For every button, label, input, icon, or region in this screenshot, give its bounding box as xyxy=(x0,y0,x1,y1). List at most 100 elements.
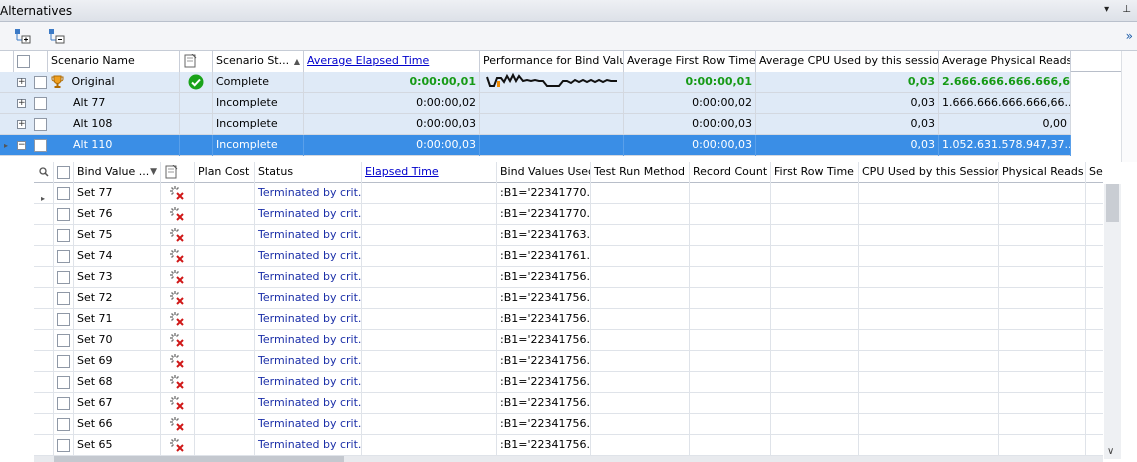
row-checkbox[interactable] xyxy=(33,117,47,131)
expand-row-icon[interactable]: + xyxy=(17,119,26,129)
bind-set-name: Set 67 xyxy=(74,393,161,414)
bind-set-row[interactable]: Set 71 Terminated by crit... :B1='223417… xyxy=(34,309,1103,330)
current-row-indicator-icon: ▸ xyxy=(4,141,9,150)
set-checkbox[interactable] xyxy=(57,291,70,305)
expand-row-icon[interactable]: + xyxy=(17,77,26,87)
average-physical-reads: 2.666.666.666.666,6... xyxy=(939,72,1071,93)
bind-set-name: Set 69 xyxy=(74,351,161,372)
select-all-sets-checkbox[interactable] xyxy=(57,165,70,179)
row-checkbox[interactable] xyxy=(33,75,47,89)
col-scenario-status[interactable]: Scenario St... ▲ xyxy=(213,51,304,72)
expand-row-icon[interactable]: + xyxy=(17,98,26,108)
set-checkbox[interactable] xyxy=(57,438,70,452)
average-first-row-time: 0:00:00,03 xyxy=(624,135,756,156)
set-checkbox[interactable] xyxy=(57,249,70,263)
col-notes[interactable] xyxy=(180,51,213,72)
bind-set-status: Terminated by crit... xyxy=(255,288,362,309)
set-checkbox[interactable] xyxy=(57,333,70,347)
col-test-run-method[interactable]: Test Run Method xyxy=(591,162,690,183)
col-plan-cost[interactable]: Plan Cost xyxy=(195,162,255,183)
set-checkbox[interactable] xyxy=(57,354,70,368)
set-checkbox[interactable] xyxy=(57,375,70,389)
toolbar-overflow-icon[interactable]: » xyxy=(1126,29,1133,43)
col-cpu-used[interactable]: CPU Used by this Session xyxy=(859,162,999,183)
bind-values-used: :B1='22341756... xyxy=(497,351,591,372)
scrollbar-thumb[interactable] xyxy=(54,456,344,462)
bind-grid-header: Bind Value ... ▼ Plan Cost Status Elapsed… xyxy=(34,162,1103,183)
bind-set-row[interactable]: Set 66 Terminated by crit... :B1='223417… xyxy=(34,414,1103,435)
bind-values-used: :B1='22341770... xyxy=(497,204,591,225)
col-average-elapsed-time[interactable]: Average Elapsed Time xyxy=(304,51,480,72)
dropdown-arrow-icon[interactable]: ▾ xyxy=(1104,4,1109,15)
terminated-icon xyxy=(170,438,184,452)
scenario-status: Complete xyxy=(213,72,304,93)
col-elapsed-time[interactable]: Elapsed Time xyxy=(362,162,497,183)
bind-set-row[interactable]: Set 75 Terminated by crit... :B1='223417… xyxy=(34,225,1103,246)
bind-set-row[interactable]: Set 70 Terminated by crit... :B1='223417… xyxy=(34,330,1103,351)
set-checkbox[interactable] xyxy=(57,312,70,326)
col-scenario-name[interactable]: Scenario Name xyxy=(48,51,180,72)
set-checkbox[interactable] xyxy=(57,186,70,200)
header-select-all[interactable] xyxy=(14,51,48,72)
col-session-truncated[interactable]: Se xyxy=(1086,162,1103,183)
filter-dropdown-icon[interactable]: ▼ xyxy=(150,162,157,182)
average-elapsed-time: 0:00:00,01 xyxy=(304,72,480,93)
col-status[interactable]: Status xyxy=(255,162,362,183)
bind-set-row[interactable]: Set 67 Terminated by crit... :B1='223417… xyxy=(34,393,1103,414)
bind-set-row[interactable]: Set 68 Terminated by crit... :B1='223417… xyxy=(34,372,1103,393)
scenario-row[interactable]: + Original Complete 0:00:00,01 0:00:00,0… xyxy=(0,72,1071,93)
pin-icon[interactable]: ⊥ xyxy=(1122,4,1131,15)
bind-set-row[interactable]: ▸ Set 77 Terminated by crit... :B1='2234… xyxy=(34,183,1103,204)
terminated-icon xyxy=(170,333,184,347)
set-checkbox[interactable] xyxy=(57,228,70,242)
set-checkbox[interactable] xyxy=(57,417,70,431)
collapse-row-icon[interactable]: − xyxy=(17,140,26,150)
scenario-grid-scrollbar[interactable] xyxy=(1121,51,1137,162)
bind-set-name: Set 72 xyxy=(74,288,161,309)
col-record-count[interactable]: Record Count xyxy=(690,162,771,183)
scenario-row[interactable]: + Alt 77 Incomplete 0:00:00,02 0:00:00,0… xyxy=(0,93,1071,114)
terminated-icon xyxy=(170,375,184,389)
set-checkbox[interactable] xyxy=(57,270,70,284)
scenario-row-selected[interactable]: ▸ − Alt 110 Incomplete 0:00:00,03 0:00:0… xyxy=(0,135,1071,156)
col-average-physical-reads[interactable]: Average Physical Reads xyxy=(939,51,1071,72)
header-select-all-sets[interactable] xyxy=(54,162,74,183)
bind-set-name: Set 74 xyxy=(74,246,161,267)
col-physical-reads[interactable]: Physical Reads xyxy=(999,162,1086,183)
bind-grid-vertical-scrollbar[interactable]: ∨ xyxy=(1104,184,1121,459)
bind-set-row[interactable]: Set 72 Terminated by crit... :B1='223417… xyxy=(34,288,1103,309)
header-search[interactable] xyxy=(34,162,54,183)
set-checkbox[interactable] xyxy=(57,207,70,221)
bind-value-sets-grid: Bind Value ... ▼ Plan Cost Status Elapsed… xyxy=(34,162,1121,462)
bind-set-row[interactable]: Set 73 Terminated by crit... :B1='223417… xyxy=(34,267,1103,288)
collapse-all-button[interactable] xyxy=(48,28,66,44)
expand-all-button[interactable] xyxy=(14,28,32,44)
bind-set-row[interactable]: Set 74 Terminated by crit... :B1='223417… xyxy=(34,246,1103,267)
row-checkbox[interactable] xyxy=(33,138,47,152)
terminated-icon xyxy=(170,207,184,221)
col-bind-value-label: Bind Value ... xyxy=(77,165,150,178)
col-performance-bind[interactable]: Performance for Bind Valu... xyxy=(480,51,624,72)
col-bind-value[interactable]: Bind Value ... ▼ xyxy=(74,162,161,183)
row-checkbox[interactable] xyxy=(33,96,47,110)
scrollbar-thumb[interactable] xyxy=(1106,184,1119,222)
bind-set-row[interactable]: Set 69 Terminated by crit... :B1='223417… xyxy=(34,351,1103,372)
average-physical-reads: 1.052.631.578.947,37... xyxy=(939,135,1071,156)
scroll-down-icon[interactable]: ∨ xyxy=(1107,446,1114,457)
bind-set-row[interactable]: Set 76 Terminated by crit... :B1='223417… xyxy=(34,204,1103,225)
scenario-name: Original xyxy=(71,75,115,88)
set-checkbox[interactable] xyxy=(57,396,70,410)
terminated-icon xyxy=(170,228,184,242)
col-first-row-time[interactable]: First Row Time xyxy=(771,162,859,183)
scenario-name: Alt 110 xyxy=(48,135,180,156)
bind-grid-horizontal-scrollbar[interactable] xyxy=(34,456,1103,462)
average-cpu: 0,03 xyxy=(756,114,939,135)
col-average-first-row[interactable]: Average First Row Time xyxy=(624,51,756,72)
bind-set-status: Terminated by crit... xyxy=(255,204,362,225)
bind-set-row[interactable]: Set 65 Terminated by crit... :B1='223417… xyxy=(34,435,1103,456)
col-set-notes[interactable] xyxy=(161,162,195,183)
scenario-row[interactable]: + Alt 108 Incomplete 0:00:00,03 0:00:00,… xyxy=(0,114,1071,135)
select-all-checkbox[interactable] xyxy=(17,54,30,68)
col-average-cpu[interactable]: Average CPU Used by this session xyxy=(756,51,939,72)
col-bind-values-used[interactable]: Bind Values Used xyxy=(497,162,591,183)
